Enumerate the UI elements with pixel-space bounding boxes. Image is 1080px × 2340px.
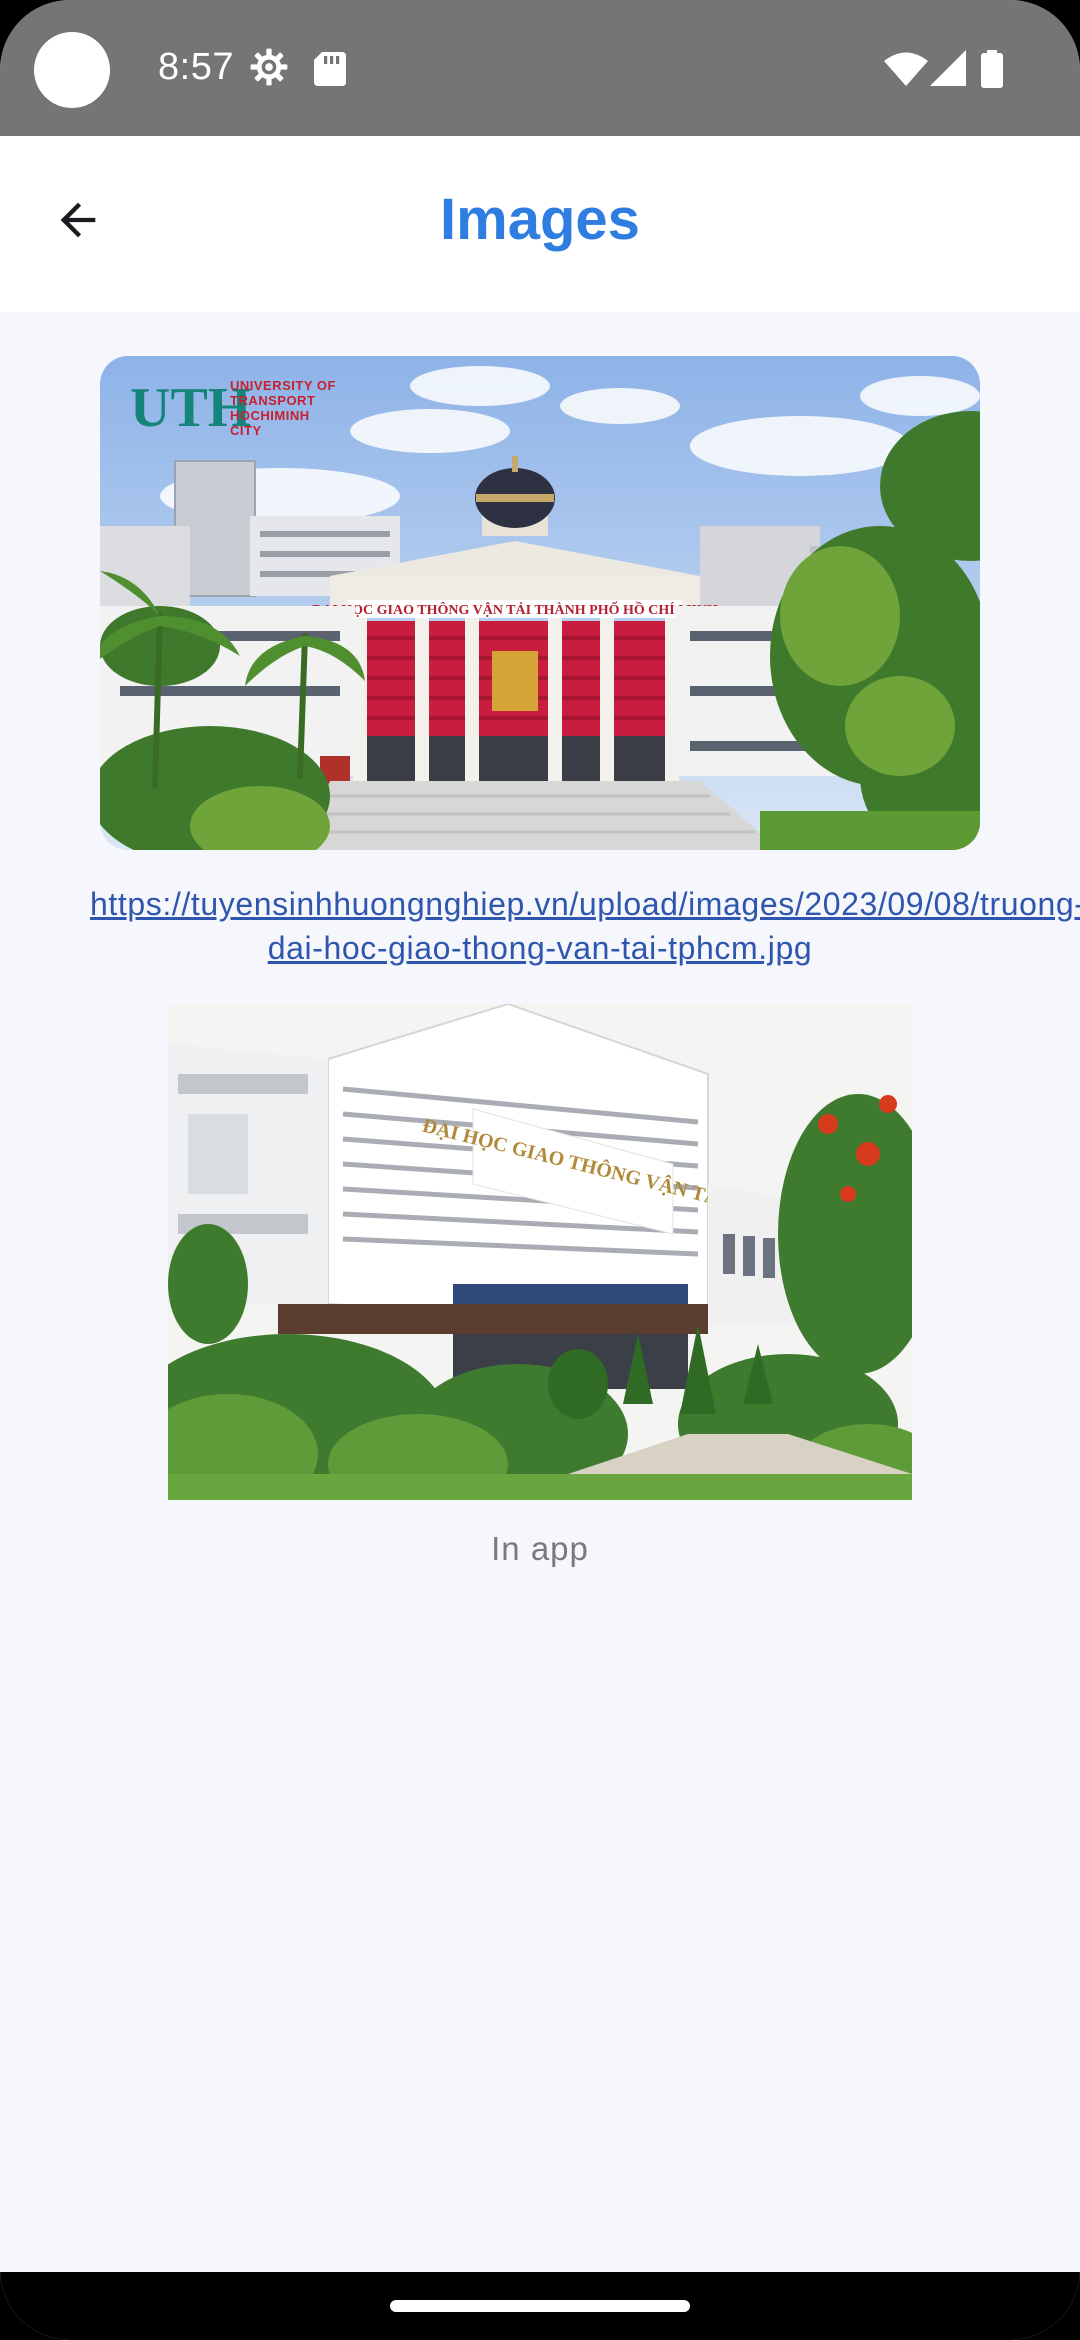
top-app-bar: Images — [0, 136, 1080, 312]
gesture-nav-bar — [0, 2272, 1080, 2340]
uth-logo-text: UNIVERSITY OF TRANSPORT HOCHIMINH CITY — [230, 378, 336, 438]
home-handle[interactable] — [390, 2300, 690, 2312]
camera-cutout — [34, 32, 110, 108]
wifi-icon — [884, 50, 928, 91]
network-image: ĐẠI HỌC GIAO THÔNG VẬN TẢI THÀNH PHỐ HỒ … — [100, 356, 980, 850]
image-url-link[interactable]: https://tuyensinhhuongnghiep.vn/upload/i… — [90, 882, 1080, 970]
images-content: ĐẠI HỌC GIAO THÔNG VẬN TẢI THÀNH PHỐ HỒ … — [0, 312, 1080, 2272]
phone-screen: 8:57 Images ĐẠI HỌC GIAO THÔNG VẬN TẢI T… — [0, 0, 1080, 2340]
status-time: 8:57 — [158, 46, 234, 88]
status-bar: 8:57 — [0, 0, 1080, 136]
sd-card-icon — [314, 52, 346, 91]
battery-icon — [980, 50, 1004, 93]
image-caption: In app — [491, 1530, 589, 1567]
facade-sign-text: ĐẠI HỌC GIAO THÔNG VẬN TẢI THÀNH PHỐ HỒ … — [312, 600, 718, 618]
cell-signal-icon — [930, 50, 966, 91]
settings-gear-icon — [248, 46, 290, 93]
in-app-image: ĐẠI HỌC GIAO THÔNG VẬN TẢI — [168, 1004, 912, 1500]
page-title: Images — [440, 187, 640, 252]
